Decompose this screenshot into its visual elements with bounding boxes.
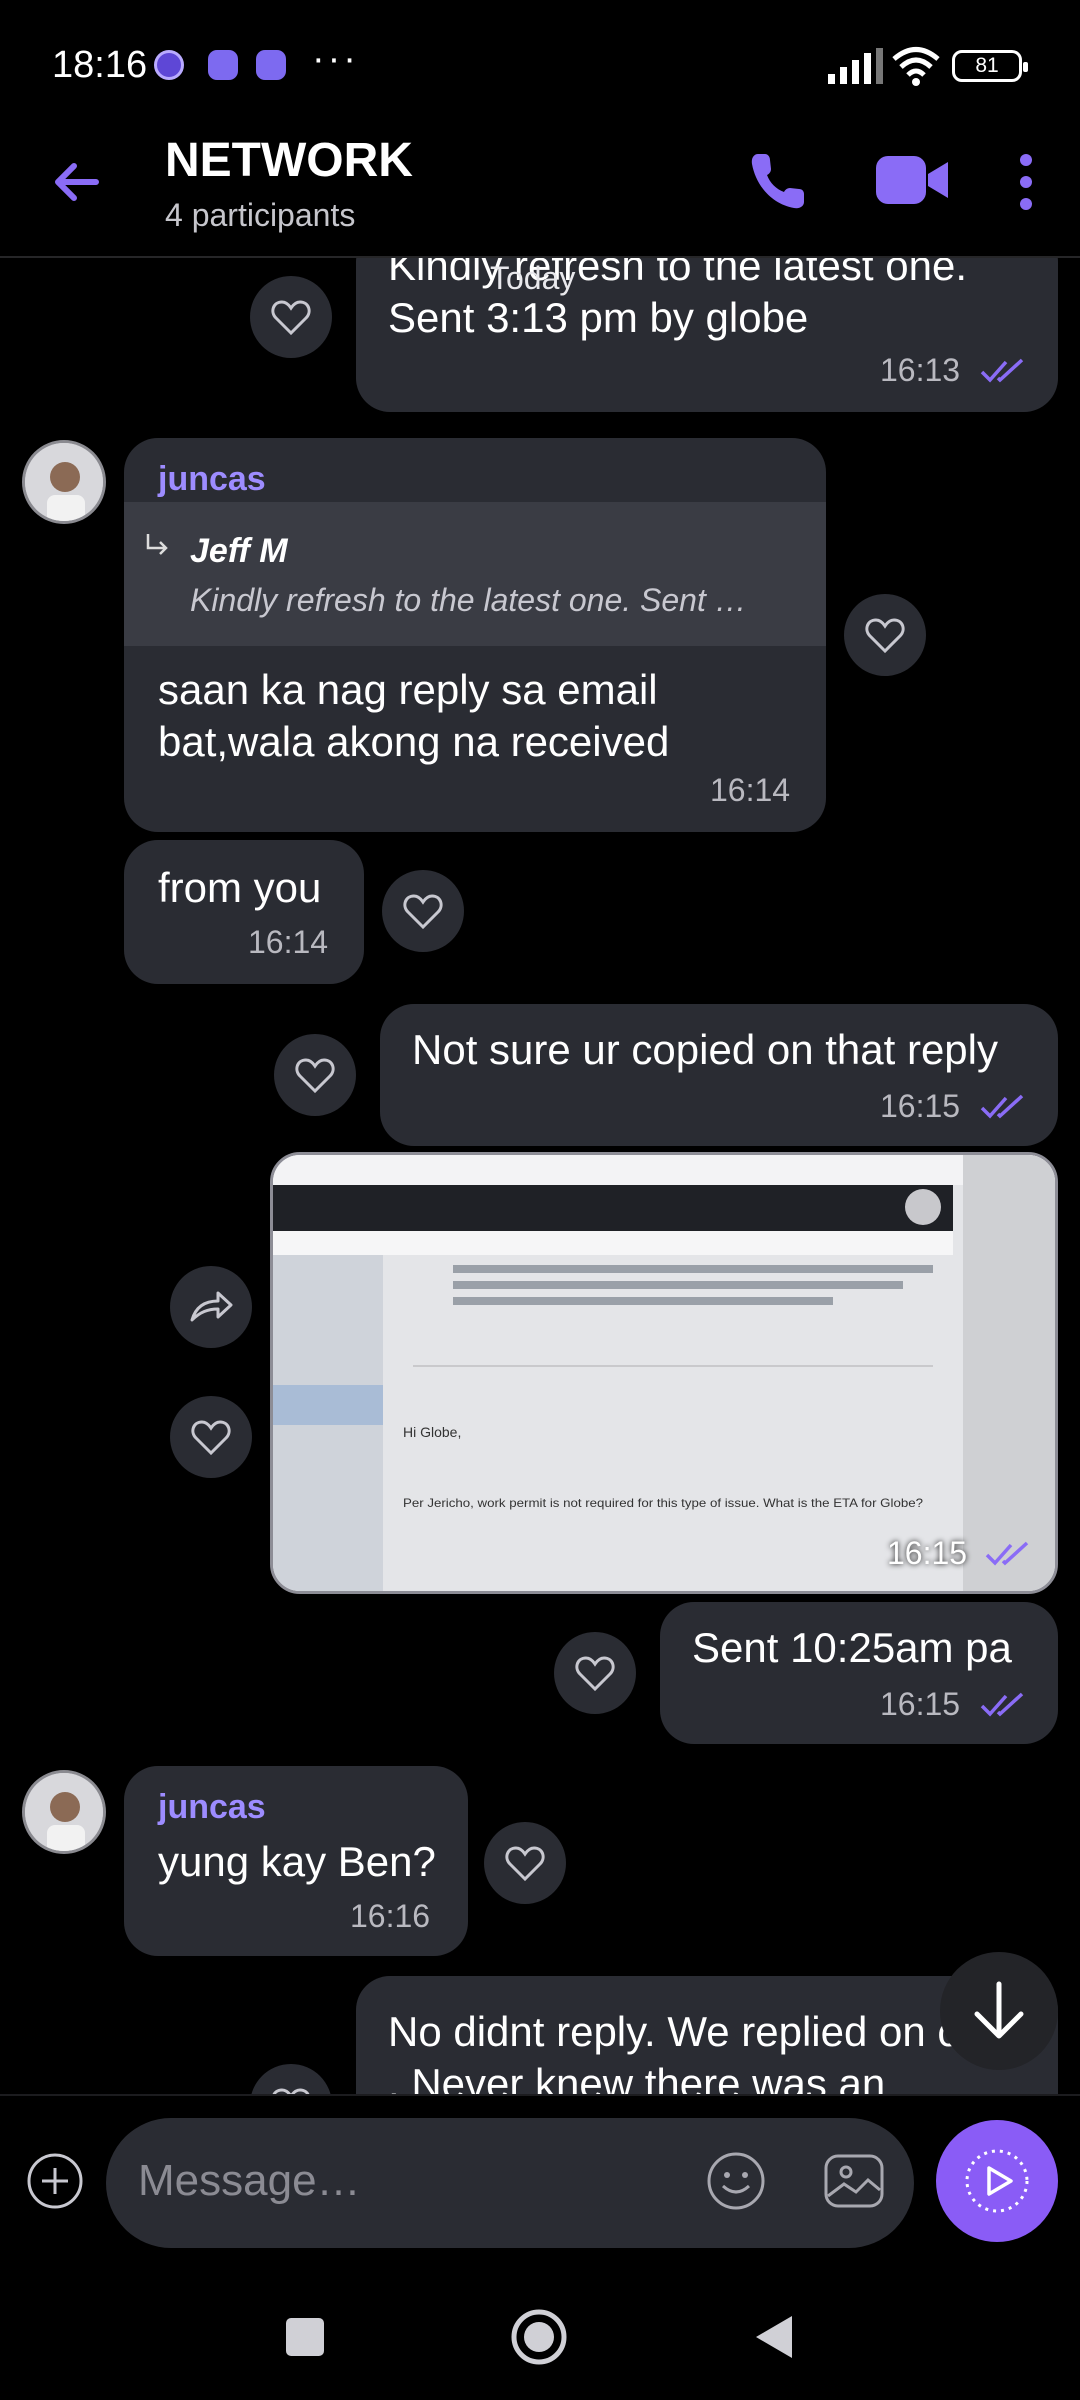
emoji-button[interactable] (705, 2150, 767, 2212)
heart-icon (272, 2088, 310, 2094)
message-bubble-outgoing[interactable]: Not sure ur copied on that reply 16:15 (380, 1004, 1058, 1146)
email-screenshot-photo: Hi Globe, Per Jericho, work permit is no… (273, 1155, 1055, 1591)
message-bubble-incoming[interactable]: from you 16:14 (124, 840, 364, 984)
avatar-photo (25, 443, 103, 521)
message-bubble-outgoing[interactable]: Sent 10:25am pa 16:15 (660, 1602, 1058, 1744)
discord-notification-icon (256, 50, 286, 80)
video-call-button[interactable] (874, 150, 950, 210)
recents-button[interactable] (284, 2316, 326, 2358)
read-receipt-icon (980, 1692, 1024, 1717)
like-button[interactable] (170, 1396, 252, 1478)
heart-icon (271, 300, 311, 335)
add-attachment-button[interactable] (26, 2152, 84, 2210)
message-text: No didnt reply. We replied on chat . Nev… (388, 2008, 1017, 2094)
message-text: Kindly refresh to the latest one. Sent 3… (388, 258, 967, 341)
reply-snippet: Kindly refresh to the latest one. Sent … (190, 582, 747, 618)
message-bubble-outgoing[interactable]: Kindly refresh to the latest one. Sent 3… (356, 258, 1058, 412)
voice-call-button[interactable] (748, 148, 808, 212)
message-time: 16:15 (880, 1686, 961, 1722)
message-text: yung kay Ben? (158, 1838, 436, 1885)
send-button[interactable] (936, 2120, 1058, 2242)
forward-button[interactable] (170, 1266, 252, 1348)
read-receipt-icon (980, 1094, 1024, 1119)
photo-body-text: Per Jericho, work permit is not required… (403, 1496, 923, 1510)
gallery-button[interactable] (822, 2150, 886, 2212)
sender-name: juncas (158, 1788, 266, 1826)
back-nav-button[interactable] (752, 2312, 796, 2362)
forward-icon (190, 1291, 233, 1322)
message-time: 16:13 (880, 352, 961, 388)
message-time: 16:14 (248, 924, 329, 960)
heart-icon (575, 1656, 615, 1691)
like-button[interactable] (250, 2064, 332, 2094)
back-button[interactable] (46, 150, 110, 214)
like-button[interactable] (250, 276, 332, 358)
reply-arrow-icon (146, 534, 168, 555)
avatar[interactable] (22, 440, 106, 524)
like-button[interactable] (554, 1632, 636, 1714)
status-time: 18:16 (52, 44, 148, 86)
message-text: Not sure ur copied on that reply (412, 1026, 998, 1073)
read-receipt-icon (985, 1541, 1029, 1566)
scroll-to-bottom-button[interactable] (940, 1952, 1058, 2070)
message-bubble-incoming[interactable]: juncas Jeff M Kindly refresh to the late… (124, 438, 826, 832)
message-clip: No didnt reply. We replied on chat . Nev… (0, 1964, 1080, 2094)
photo-greeting: Hi Globe, (403, 1424, 461, 1440)
message-time: 16:16 (350, 1898, 431, 1934)
image-message[interactable]: Hi Globe, Per Jericho, work permit is no… (270, 1152, 1058, 1594)
heart-icon (403, 894, 443, 929)
heart-icon (865, 618, 905, 653)
participants-count[interactable]: 4 participants (165, 197, 355, 234)
send-icon (965, 2149, 1029, 2213)
more-options-button[interactable] (1006, 150, 1046, 214)
battery-indicator: 81 (952, 50, 1028, 82)
heart-icon (295, 1058, 335, 1093)
message-text: saan ka nag reply sa email bat,wala akon… (158, 666, 670, 765)
sender-name: juncas (158, 460, 266, 498)
heart-icon (191, 1420, 231, 1455)
chat-title[interactable]: NETWORK (165, 133, 413, 188)
arrow-down-icon (974, 1981, 1024, 2039)
like-button[interactable] (382, 870, 464, 952)
reply-quote[interactable]: Jeff M Kindly refresh to the latest one.… (124, 502, 826, 646)
message-time: 16:15 (880, 1088, 961, 1124)
message-bubble-incoming[interactable]: juncas yung kay Ben? 16:16 (124, 1766, 468, 1956)
discord-notification-icon (208, 50, 238, 80)
signal-icon (828, 48, 883, 84)
message-time: 16:14 (710, 772, 791, 808)
wifi-icon (892, 47, 940, 86)
like-button[interactable] (274, 1034, 356, 1116)
avatar[interactable] (22, 1770, 106, 1854)
date-separator: Today (490, 260, 576, 296)
reply-author: Jeff M (190, 532, 288, 570)
message-text: Sent 10:25am pa (692, 1624, 1012, 1671)
read-receipt-icon (980, 358, 1024, 383)
like-button[interactable] (844, 594, 926, 676)
message-time: 16:15 (887, 1535, 968, 1571)
heart-icon (505, 1846, 545, 1881)
more-notifications-icon: ··· (312, 38, 359, 80)
message-input-placeholder[interactable]: Message… (138, 2156, 361, 2206)
message-text: from you (158, 864, 322, 911)
like-button[interactable] (484, 1822, 566, 1904)
home-button[interactable] (510, 2308, 568, 2366)
viber-notification-icon (154, 50, 184, 80)
